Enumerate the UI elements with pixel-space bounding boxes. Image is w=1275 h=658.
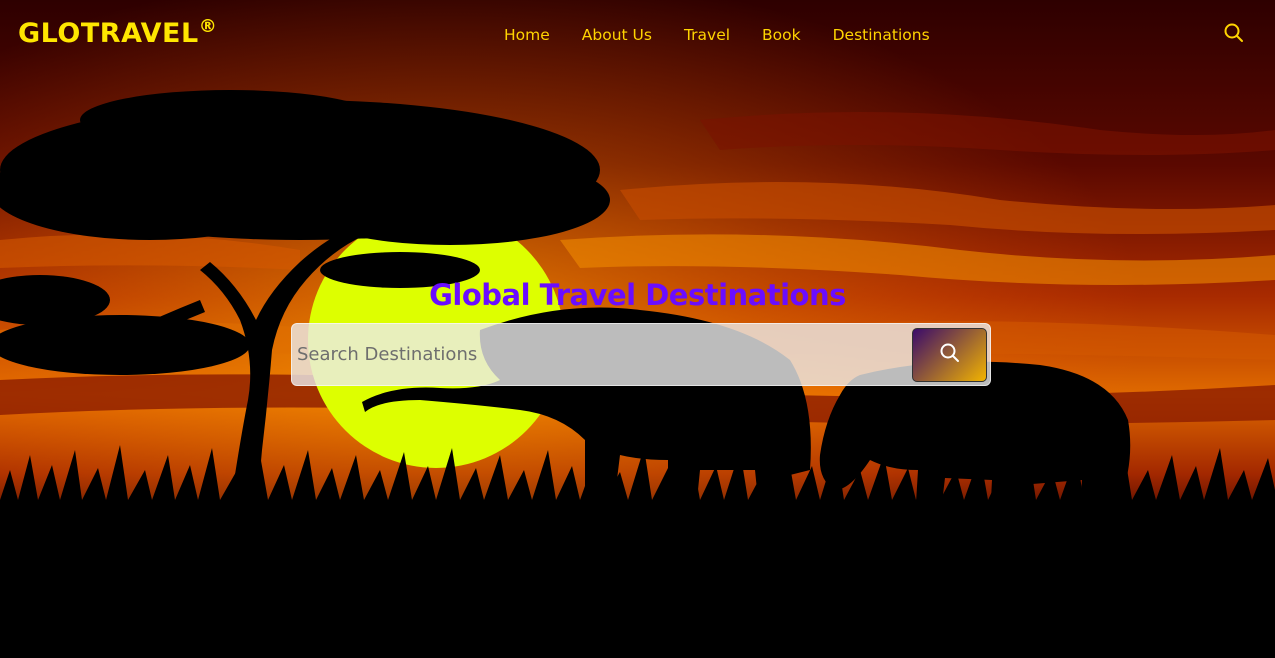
destination-search-input[interactable] [292,324,907,385]
hero-headline: Global Travel Destinations [429,278,846,312]
site-header: GLOTRAVEL® Home About Us Travel Book Des… [0,0,1275,72]
nav-link-travel[interactable]: Travel [684,26,730,44]
brand-logo[interactable]: GLOTRAVEL® [18,16,218,49]
brand-mark: ® [198,16,218,37]
brand-name: GLOTRAVEL [18,18,199,49]
search-submit-button[interactable] [912,328,987,382]
nav-link-destinations[interactable]: Destinations [833,26,930,44]
nav-link-book[interactable]: Book [762,26,801,44]
hero-section: GLOTRAVEL® Home About Us Travel Book Des… [0,0,1275,658]
search-icon [939,342,961,368]
nav-link-about-us[interactable]: About Us [582,26,652,44]
nav-link-home[interactable]: Home [504,26,550,44]
search-icon[interactable] [1223,22,1245,44]
destination-search-bar [291,323,991,386]
main-nav: Home About Us Travel Book Destinations [504,26,962,44]
